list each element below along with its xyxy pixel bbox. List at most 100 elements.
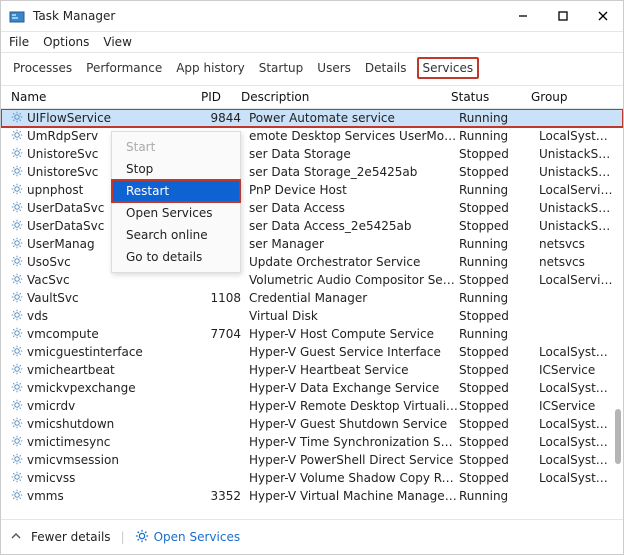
open-services-label: Open Services xyxy=(154,530,240,544)
service-icon xyxy=(11,453,23,468)
col-pid[interactable]: PID xyxy=(201,90,241,104)
table-row[interactable]: vmms3352Hyper-V Virtual Machine Manageme… xyxy=(1,487,623,505)
tab-processes[interactable]: Processes xyxy=(9,59,76,77)
service-group: UnistackSvcGro... xyxy=(539,165,623,179)
service-status: Running xyxy=(459,111,539,125)
services-icon xyxy=(135,529,149,546)
service-group: LocalSystemNe... xyxy=(539,129,623,143)
table-row[interactable]: UserManag ser ManagerRunningnetsvcs xyxy=(1,235,623,253)
service-status: Stopped xyxy=(459,165,539,179)
menu-options[interactable]: Options xyxy=(43,35,89,49)
service-group: netsvcs xyxy=(539,255,623,269)
service-group: LocalSystemNe... xyxy=(539,381,623,395)
table-row[interactable]: vmicvmsessionHyper-V PowerShell Direct S… xyxy=(1,451,623,469)
service-status: Stopped xyxy=(459,399,539,413)
chevron-up-icon xyxy=(11,530,21,544)
table-row[interactable]: UsoSvc12696Update Orchestrator ServiceRu… xyxy=(1,253,623,271)
service-name: UnistoreSvc xyxy=(27,147,98,161)
context-menu: Start Stop Restart Open Services Search … xyxy=(111,131,241,273)
service-name: UserManag xyxy=(27,237,95,251)
service-status: Stopped xyxy=(459,147,539,161)
col-description[interactable]: Description xyxy=(241,90,451,104)
service-description: Hyper-V Heartbeat Service xyxy=(249,363,459,377)
table-row[interactable]: VSSVolume Shadow CopyStopped xyxy=(1,505,623,507)
services-grid[interactable]: UIFlowService9844Power Automate serviceR… xyxy=(1,109,623,507)
service-status: Running xyxy=(459,489,539,503)
tab-users[interactable]: Users xyxy=(313,59,355,77)
table-row[interactable]: vmcompute7704Hyper-V Host Compute Servic… xyxy=(1,325,623,343)
table-row[interactable]: UserDataSvcser Data AccessStoppedUnistac… xyxy=(1,199,623,217)
service-description: Power Automate service xyxy=(249,111,459,125)
open-services-link[interactable]: Open Services xyxy=(135,529,240,546)
service-name: UmRdpServ xyxy=(27,129,98,143)
table-row[interactable]: UmRdpServemote Desktop Services UserMode… xyxy=(1,127,623,145)
service-name: UsoSvc xyxy=(27,255,71,269)
service-icon xyxy=(11,273,23,288)
service-status: Running xyxy=(459,237,539,251)
service-description: Hyper-V Remote Desktop Virtualizati... xyxy=(249,399,459,413)
col-group[interactable]: Group xyxy=(531,90,623,104)
service-description: ser Data Access_2e5425ab xyxy=(249,219,459,233)
service-icon xyxy=(11,255,23,270)
table-row[interactable]: VaultSvc1108Credential ManagerRunning xyxy=(1,289,623,307)
table-row[interactable]: vmickvpexchangeHyper-V Data Exchange Ser… xyxy=(1,379,623,397)
fewer-details-link[interactable]: Fewer details xyxy=(31,530,111,544)
table-row[interactable]: VacSvcVolumetric Audio Compositor Servic… xyxy=(1,271,623,289)
table-row[interactable]: UnistoreSvcser Data StorageStoppedUnista… xyxy=(1,145,623,163)
table-row[interactable]: vmicheartbeatHyper-V Heartbeat ServiceSt… xyxy=(1,361,623,379)
window-controls xyxy=(503,1,623,31)
service-description: ser Data Access xyxy=(249,201,459,215)
table-row[interactable]: vmicrdvHyper-V Remote Desktop Virtualiza… xyxy=(1,397,623,415)
ctx-search-online[interactable]: Search online xyxy=(112,224,240,246)
table-row[interactable]: UnistoreSvcser Data Storage_2e5425abStop… xyxy=(1,163,623,181)
minimize-button[interactable] xyxy=(503,1,543,31)
table-row[interactable]: vmicguestinterfaceHyper-V Guest Service … xyxy=(1,343,623,361)
table-row[interactable]: vmicshutdownHyper-V Guest Shutdown Servi… xyxy=(1,415,623,433)
table-row[interactable]: UIFlowService9844Power Automate serviceR… xyxy=(1,109,623,127)
ctx-stop[interactable]: Stop xyxy=(112,158,240,180)
service-icon xyxy=(11,399,23,414)
menu-file[interactable]: File xyxy=(9,35,29,49)
tab-startup[interactable]: Startup xyxy=(255,59,308,77)
ctx-open-services[interactable]: Open Services xyxy=(112,202,240,224)
table-row[interactable]: UserDataSvcser Data Access_2e5425abStopp… xyxy=(1,217,623,235)
service-icon xyxy=(11,471,23,486)
tab-performance[interactable]: Performance xyxy=(82,59,166,77)
table-row[interactable]: vmicvssHyper-V Volume Shadow Copy Reque.… xyxy=(1,469,623,487)
service-status: Stopped xyxy=(459,345,539,359)
tab-details[interactable]: Details xyxy=(361,59,411,77)
table-row[interactable]: vmictimesyncHyper-V Time Synchronization… xyxy=(1,433,623,451)
col-status[interactable]: Status xyxy=(451,90,531,104)
table-row[interactable]: vdsVirtual DiskStopped xyxy=(1,307,623,325)
service-name: vmicvss xyxy=(27,471,75,485)
service-name: UserDataSvc xyxy=(27,201,104,215)
service-group: ICService xyxy=(539,399,623,413)
service-name: UnistoreSvc xyxy=(27,165,98,179)
service-description: ser Manager xyxy=(249,237,459,251)
service-icon xyxy=(11,291,23,306)
service-group: netsvcs xyxy=(539,237,623,251)
ctx-start: Start xyxy=(112,136,240,158)
service-status: Stopped xyxy=(459,363,539,377)
col-name[interactable]: Name xyxy=(1,90,201,104)
scrollbar-thumb[interactable] xyxy=(615,409,621,464)
service-status: Stopped xyxy=(459,435,539,449)
tab-services[interactable]: Services xyxy=(417,57,480,79)
maximize-button[interactable] xyxy=(543,1,583,31)
titlebar: Task Manager xyxy=(1,1,623,32)
menu-view[interactable]: View xyxy=(103,35,131,49)
service-group: LocalSystemNe... xyxy=(539,471,623,485)
close-button[interactable] xyxy=(583,1,623,31)
service-group: UnistackSvcGro... xyxy=(539,219,623,233)
tab-app-history[interactable]: App history xyxy=(172,59,249,77)
service-group: LocalSystemNe... xyxy=(539,345,623,359)
service-name: vmictimesync xyxy=(27,435,110,449)
service-icon xyxy=(11,309,23,324)
service-description: Hyper-V Host Compute Service xyxy=(249,327,459,341)
service-group: LocalSystemNe... xyxy=(539,435,623,449)
table-row[interactable]: upnphostPnP Device HostRunningLocalServi… xyxy=(1,181,623,199)
ctx-go-to-details[interactable]: Go to details xyxy=(112,246,240,268)
service-status: Running xyxy=(459,327,539,341)
ctx-restart[interactable]: Restart xyxy=(112,180,240,202)
service-name: vds xyxy=(27,309,48,323)
